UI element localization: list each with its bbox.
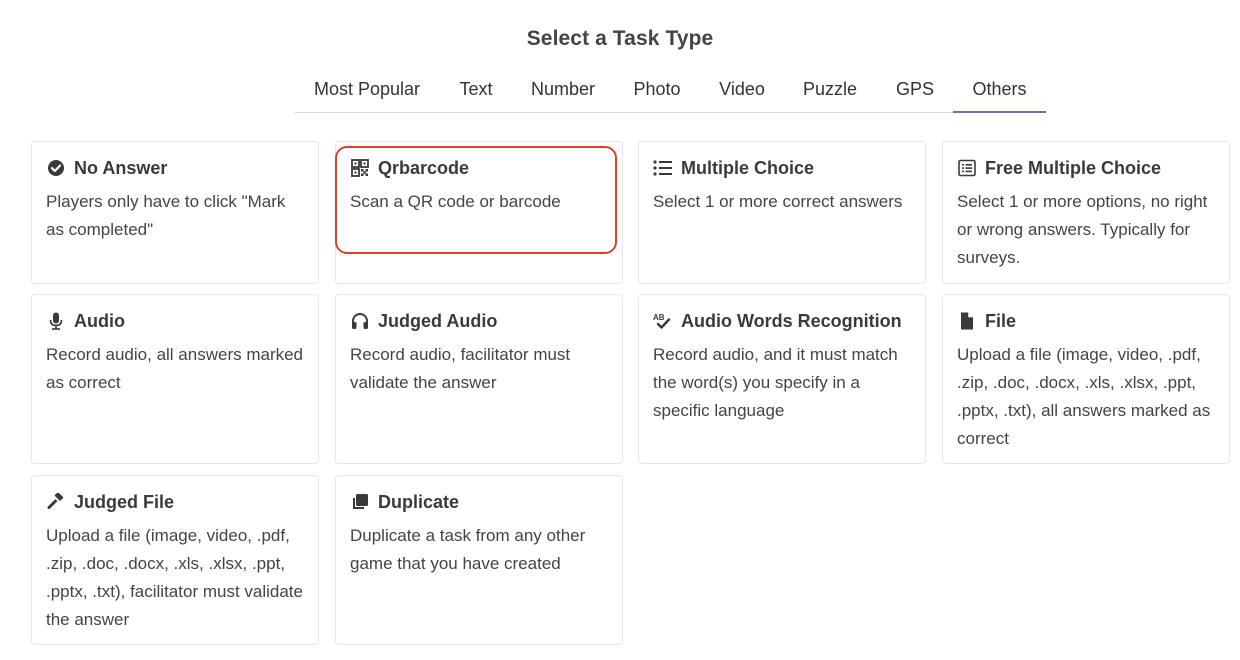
- card-description: Record audio, all answers marked as corr…: [46, 345, 304, 392]
- task-card-audio-words-recognition[interactable]: AB Audio Words Recognition Record audio,…: [638, 294, 926, 464]
- card-description: Upload a file (image, video, .pdf, .zip,…: [46, 526, 303, 629]
- card-title: Audio: [46, 309, 304, 333]
- card-title-text: Judged File: [74, 491, 175, 512]
- task-type-tabs: Most Popular Text Number Photo Video Puz…: [294, 70, 1046, 113]
- card-title: Free Multiple Choice: [957, 156, 1215, 180]
- card-title: Judged Audio: [350, 309, 608, 333]
- card-title-text: Audio Words Recognition: [681, 310, 902, 331]
- card-title: File: [957, 309, 1215, 333]
- card-title-text: Multiple Choice: [681, 157, 815, 178]
- spellcheck-icon: AB: [653, 311, 673, 331]
- tab-puzzle[interactable]: Puzzle: [800, 70, 860, 112]
- card-description: Record audio, and it must match the word…: [653, 345, 898, 420]
- card-title-text: Audio: [74, 310, 125, 331]
- tab-photo[interactable]: Photo: [630, 70, 684, 112]
- card-title: Qrbarcode: [350, 156, 608, 180]
- task-card-audio[interactable]: Audio Record audio, all answers marked a…: [31, 294, 319, 464]
- card-description: Upload a file (image, video, .pdf, .zip,…: [957, 345, 1211, 448]
- card-title-text: Qrbarcode: [378, 157, 470, 178]
- tab-number[interactable]: Number: [528, 70, 598, 112]
- card-title-text: Duplicate: [378, 491, 460, 512]
- card-title-text: Free Multiple Choice: [985, 157, 1162, 178]
- task-card-judged-file[interactable]: Judged File Upload a file (image, video,…: [31, 475, 319, 645]
- tab-text[interactable]: Text: [454, 70, 498, 112]
- card-description: Scan a QR code or barcode: [350, 192, 561, 211]
- headphones-icon: [350, 311, 370, 331]
- card-title: Judged File: [46, 490, 304, 514]
- card-description: Players only have to click "Mark as comp…: [46, 192, 286, 239]
- tab-gps[interactable]: GPS: [892, 70, 938, 112]
- check-circle-icon: [46, 158, 66, 178]
- clone-icon: [350, 492, 370, 512]
- task-card-qrbarcode[interactable]: Qrbarcode Scan a QR code or barcode: [335, 141, 623, 284]
- card-description: Select 1 or more correct answers: [653, 192, 903, 211]
- file-icon: [957, 311, 977, 331]
- card-title-text: Judged Audio: [378, 310, 498, 331]
- task-card-free-multiple-choice[interactable]: Free Multiple Choice Select 1 or more op…: [942, 141, 1230, 284]
- qrcode-icon: [350, 158, 370, 178]
- gavel-icon: [46, 492, 66, 512]
- card-title-text: File: [985, 310, 1017, 331]
- card-title: Duplicate: [350, 490, 608, 514]
- tab-video[interactable]: Video: [715, 70, 769, 112]
- card-title-text: No Answer: [74, 157, 168, 178]
- card-description: Duplicate a task from any other game tha…: [350, 526, 586, 573]
- task-card-judged-audio[interactable]: Judged Audio Record audio, facilitator m…: [335, 294, 623, 464]
- card-title: No Answer: [46, 156, 304, 180]
- list-box-icon: [957, 158, 977, 178]
- tab-most-popular[interactable]: Most Popular: [313, 70, 421, 112]
- page-title: Select a Task Type: [526, 27, 714, 50]
- card-title: Multiple Choice: [653, 156, 911, 180]
- svg-text:AB: AB: [653, 313, 665, 322]
- list-icon: [653, 158, 673, 178]
- task-card-multiple-choice[interactable]: Multiple Choice Select 1 or more correct…: [638, 141, 926, 284]
- card-description: Select 1 or more options, no right or wr…: [957, 192, 1208, 267]
- tab-others[interactable]: Others: [953, 70, 1046, 113]
- microphone-icon: [46, 311, 66, 331]
- task-card-no-answer[interactable]: No Answer Players only have to click "Ma…: [31, 141, 319, 284]
- task-card-duplicate[interactable]: Duplicate Duplicate a task from any othe…: [335, 475, 623, 645]
- card-description: Record audio, facilitator must validate …: [350, 345, 571, 392]
- task-card-file[interactable]: File Upload a file (image, video, .pdf, …: [942, 294, 1230, 464]
- card-title: AB Audio Words Recognition: [653, 309, 911, 333]
